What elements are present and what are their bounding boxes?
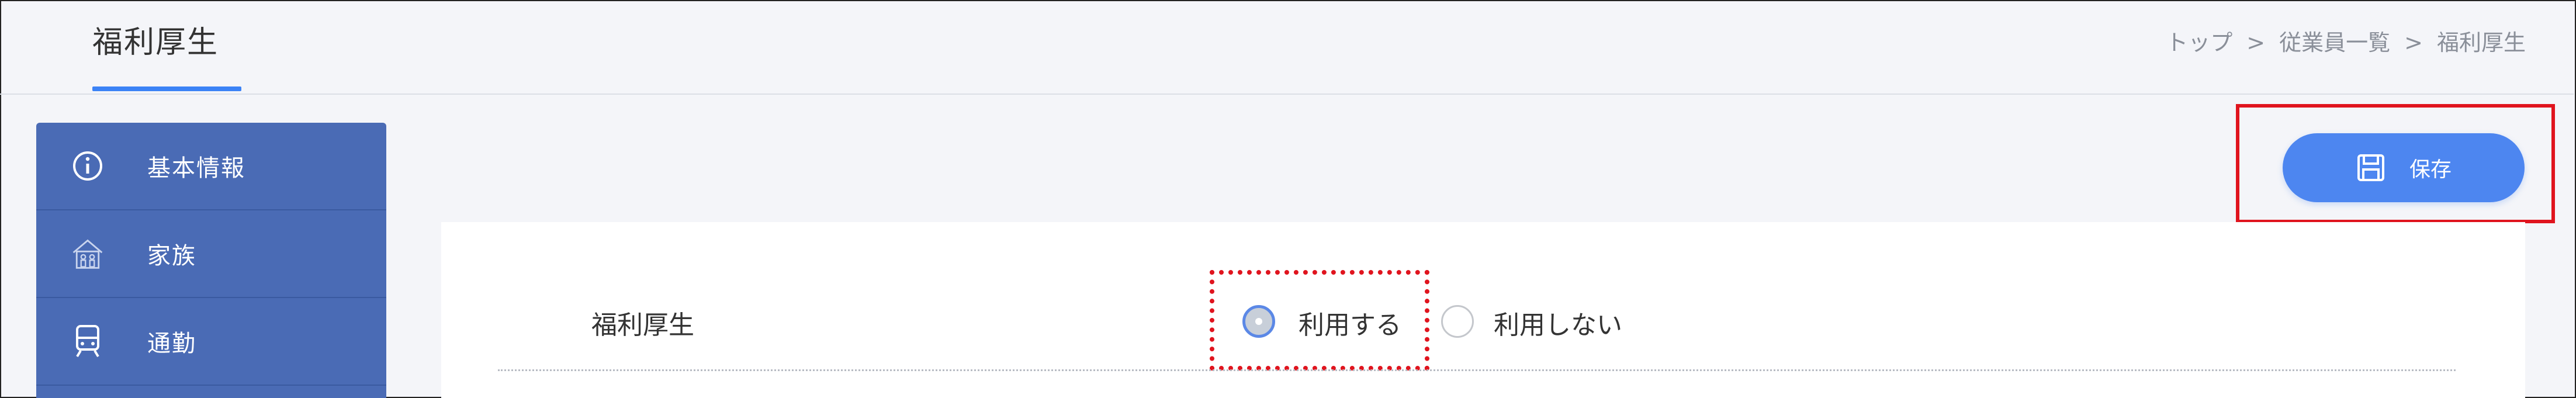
sidebar-item-family[interactable]: 家族 [36,210,386,298]
breadcrumb-item-employee-list[interactable]: 従業員一覧 [2279,30,2390,56]
train-icon [70,324,105,359]
radio-use-label[interactable]: 利用する [1299,304,1401,341]
breadcrumb-item-top[interactable]: トップ [2166,30,2232,56]
form-panel [441,222,2525,398]
sidebar-item-label: 家族 [147,243,196,269]
sidebar: 基本情報 家族 通勤 [36,123,386,398]
radio-use[interactable] [1242,305,1275,338]
breadcrumb: トップ > 従業員一覧 > 福利厚生 [2166,25,2526,57]
sidebar-item-label: 基本情報 [147,155,245,182]
floppy-disk-icon [2356,153,2386,183]
breadcrumb-item-current: 福利厚生 [2436,30,2526,56]
info-icon [70,148,105,184]
field-label: 福利厚生 [591,310,694,340]
radio-not-use[interactable] [1441,305,1474,338]
breadcrumb-separator: > [2246,30,2266,56]
row-divider [498,369,2456,371]
page-title: 福利厚生 [92,25,219,60]
family-house-icon [70,236,105,271]
sidebar-item-label: 通勤 [147,330,196,357]
save-button[interactable]: 保存 [2283,133,2525,202]
radio-not-use-label[interactable]: 利用しない [1494,304,1622,341]
sidebar-item-commute[interactable]: 通勤 [36,298,386,386]
title-underline [92,86,241,91]
save-button-label: 保存 [2409,158,2452,182]
sidebar-item-basic-info[interactable]: 基本情報 [36,123,386,210]
header-divider [0,94,2574,95]
breadcrumb-separator: > [2404,30,2423,56]
